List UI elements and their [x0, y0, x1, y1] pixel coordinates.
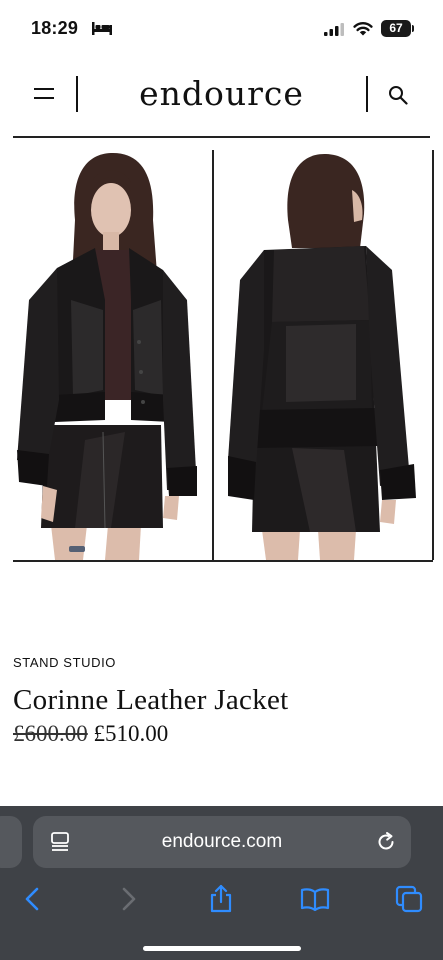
- product-title: Corinne Leather Jacket: [13, 684, 289, 716]
- url-text[interactable]: endource.com: [33, 831, 411, 853]
- bed-icon: [92, 22, 112, 35]
- product-gallery[interactable]: [0, 150, 443, 562]
- share-icon[interactable]: [206, 884, 236, 914]
- forward-icon[interactable]: [113, 884, 143, 914]
- jacket-back-photo: [228, 153, 416, 560]
- status-bar: 18:29 67: [0, 0, 443, 58]
- back-icon[interactable]: [18, 884, 48, 914]
- product-info: STAND STUDIO Corinne Leather Jacket £600…: [13, 655, 430, 747]
- battery-tip: [412, 25, 414, 32]
- product-brand[interactable]: STAND STUDIO: [13, 655, 430, 670]
- price-original: £600.00: [13, 721, 88, 746]
- brand-logo[interactable]: endource: [77, 74, 366, 113]
- browser-toolbar: [0, 882, 443, 926]
- jacket-front-photo: [17, 152, 197, 560]
- wifi-icon: [353, 22, 373, 36]
- gallery-edge: [432, 150, 434, 560]
- site-header: endource: [0, 58, 443, 138]
- gallery-rule: [13, 560, 433, 562]
- hamburger-menu-icon[interactable]: [34, 88, 54, 100]
- price-row: £600.00 £510.00: [13, 721, 430, 747]
- previous-tab-peek[interactable]: [0, 816, 22, 868]
- browser-bottom-bar: endource.com: [0, 806, 443, 960]
- product-image-back[interactable]: [214, 150, 432, 560]
- reload-icon[interactable]: [375, 831, 397, 853]
- home-indicator[interactable]: [143, 946, 301, 951]
- address-bar[interactable]: endource.com: [33, 816, 411, 868]
- header-divider: [366, 76, 368, 112]
- header-rule: [13, 136, 430, 138]
- price-sale: £510.00: [93, 721, 169, 746]
- tabs-icon[interactable]: [394, 884, 424, 914]
- product-image-front[interactable]: [13, 150, 212, 560]
- battery-indicator: 67: [381, 20, 411, 37]
- bookmarks-icon[interactable]: [300, 884, 330, 914]
- search-icon[interactable]: [388, 85, 408, 105]
- signal-icon: [324, 23, 344, 36]
- status-time: 18:29: [31, 18, 79, 38]
